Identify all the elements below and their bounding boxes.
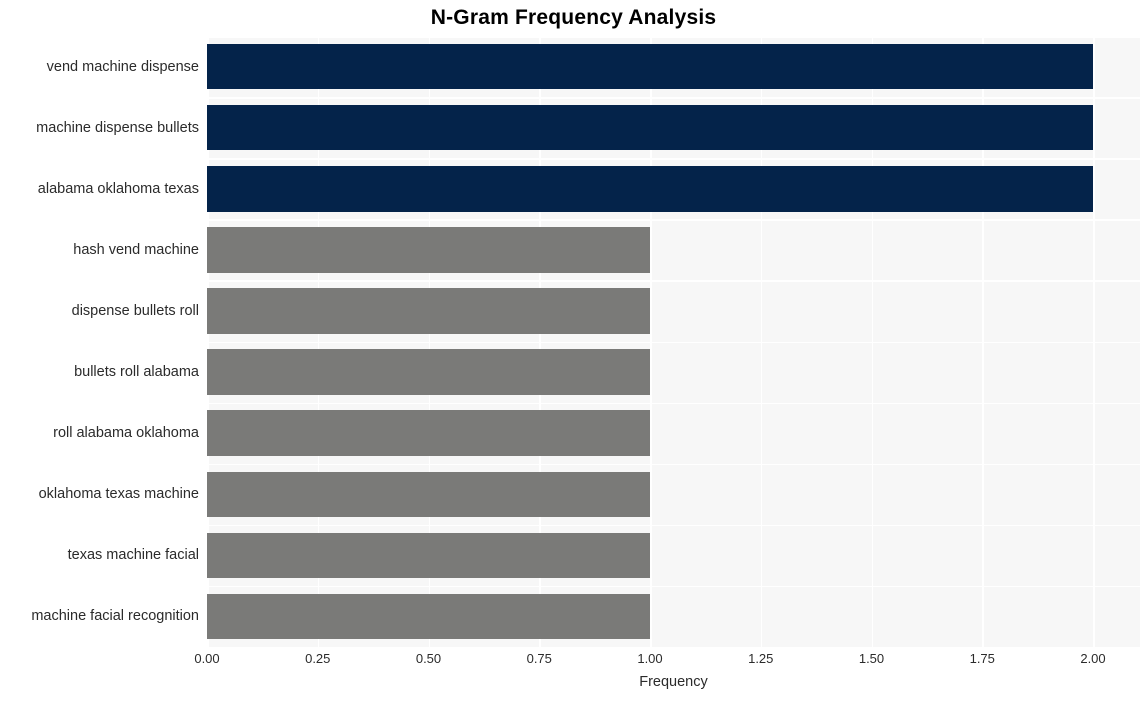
y-axis-label: dispense bullets roll [71,302,199,319]
ngram-frequency-bar-chart: N-Gram Frequency Analysis vend machine d… [0,0,1147,701]
bar[interactable] [207,471,650,517]
y-axis-label: texas machine facial [67,547,199,564]
x-axis-tick-label: 0.50 [415,651,442,666]
x-axis-tick-label: 1.50 [858,651,885,666]
bar[interactable] [207,410,650,456]
x-axis-tick-labels: 0.00 0.25 0.50 0.75 1.00 1.25 1.50 1.75 2.00 [0,651,1147,673]
y-axis-label: hash vend machine [73,241,199,258]
bar-series [207,36,1140,647]
plot-area [207,36,1140,647]
bar[interactable] [207,532,650,579]
y-axis-label: oklahoma texas machine [38,486,199,503]
y-axis-label: machine facial recognition [31,608,199,625]
chart-title: N-Gram Frequency Analysis [430,6,717,29]
y-axis-label: vend machine dispense [46,58,199,75]
x-axis-tick-label: 0.00 [194,651,220,666]
bar[interactable] [207,43,1093,90]
bar[interactable] [207,227,650,273]
x-axis-tick-label: 0.25 [305,651,331,666]
bar[interactable] [207,288,650,334]
x-axis-tick-label: 1.75 [969,651,995,666]
x-axis-title: Frequency [639,674,708,690]
bar[interactable] [207,349,650,395]
x-axis-tick-label: 1.25 [748,651,774,666]
x-axis-tick-label: 2.00 [1080,651,1106,666]
x-axis-tick-label: 0.75 [526,651,552,666]
y-axis-category-labels: vend machine dispense machine dispense bu… [0,36,199,647]
y-axis-label: roll alabama oklahoma [53,425,199,442]
x-axis-tick-label: 1.00 [637,651,663,666]
y-axis-label: machine dispense bullets [36,119,199,136]
bar[interactable] [207,166,1093,212]
y-axis-label: bullets roll alabama [74,364,199,381]
bar[interactable] [207,593,650,640]
y-axis-label: alabama oklahoma texas [37,180,199,197]
bar[interactable] [207,104,1093,151]
